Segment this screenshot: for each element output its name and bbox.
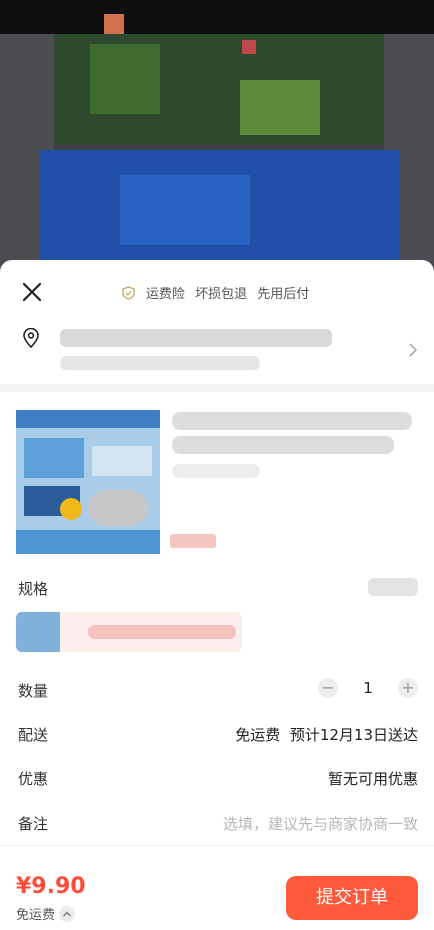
price-detail-toggle[interactable]: 免运费	[16, 904, 76, 923]
quantity-stepper: − 1 +	[318, 678, 418, 700]
spec-option-text-redacted	[88, 625, 236, 639]
spec-option-selected[interactable]	[16, 612, 242, 652]
spec-label: 规格	[18, 580, 49, 598]
shipping-note: 免运费	[16, 908, 56, 923]
product-image	[16, 410, 160, 554]
submit-order-button[interactable]: 提交订单	[286, 876, 418, 920]
product-variant-redacted	[172, 464, 260, 478]
product-title-redacted	[172, 436, 394, 454]
product-title-redacted	[172, 412, 412, 430]
shield-icon	[122, 286, 135, 300]
quantity-increase-button[interactable]: +	[398, 678, 418, 698]
discount-value[interactable]: 暂无可用优惠	[328, 768, 418, 789]
quantity-decrease-button[interactable]: −	[318, 678, 338, 698]
location-pin-icon	[23, 328, 39, 348]
footer-divider	[0, 845, 434, 846]
remark-label: 备注	[18, 815, 49, 833]
delivery-label: 配送	[18, 726, 49, 744]
chevron-up-icon	[59, 906, 76, 922]
product-price-redacted	[170, 534, 216, 548]
order-sheet: 运费险 坏损包退 先用后付 规格 数量 − 1 + 配送 免运费 预计12月13…	[0, 260, 434, 930]
discount-label: 优惠	[18, 770, 49, 788]
spec-thumbnail	[16, 612, 60, 652]
chevron-right-icon	[409, 343, 418, 357]
total-price: ¥9.90	[16, 874, 86, 899]
shipping-address[interactable]	[0, 320, 434, 380]
guarantee-freight-insurance: 运费险	[145, 287, 185, 302]
spec-value-redacted	[368, 578, 418, 596]
remark-input[interactable]: 选填，建议先与商家协商一致	[223, 813, 418, 834]
guarantee-bar: 运费险 坏损包退 先用后付	[0, 283, 434, 302]
status-bar	[0, 0, 434, 34]
delivery-value: 免运费 预计12月13日送达	[235, 726, 418, 744]
guarantee-pay-later: 先用后付	[257, 287, 310, 302]
quantity-value: 1	[363, 679, 373, 697]
address-line-redacted	[60, 329, 332, 347]
quantity-label: 数量	[18, 682, 49, 700]
background-product-image	[0, 0, 434, 275]
guarantee-damage-refund: 坏损包退	[195, 287, 248, 302]
section-divider	[0, 384, 434, 392]
recipient-info-redacted	[60, 356, 260, 370]
